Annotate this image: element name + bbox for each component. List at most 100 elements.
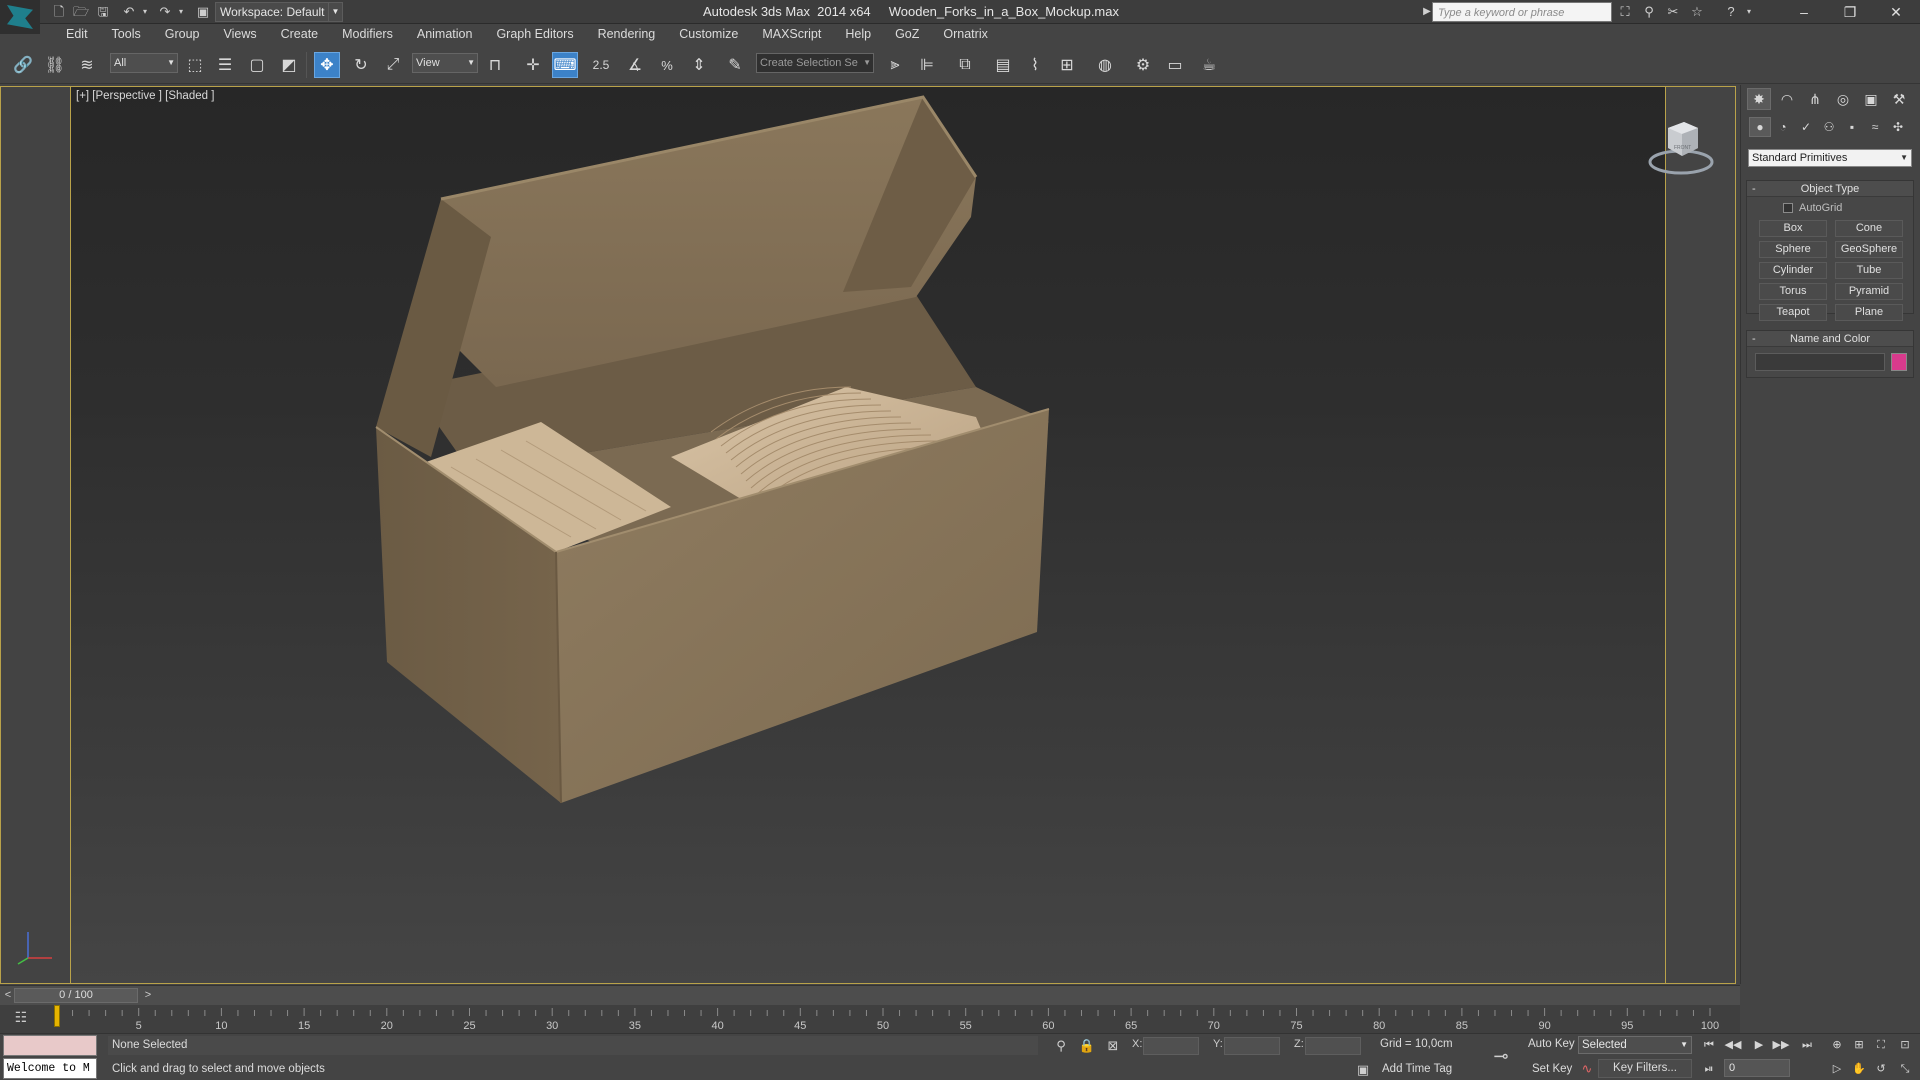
select-and-move-icon[interactable]: ✥ [314,52,340,78]
close-button[interactable]: ✕ [1874,0,1918,24]
menu-help[interactable]: Help [833,27,883,41]
perspective-viewport[interactable]: [+] [Perspective ] [Shaded ] [70,86,1666,984]
subscription-icon[interactable]: ⚲ [1640,3,1658,21]
play-icon[interactable]: ▶ [1750,1036,1768,1054]
percent-snap-icon[interactable]: % [654,52,680,78]
object-name-input[interactable] [1755,353,1885,371]
cylinder-button[interactable]: Cylinder [1759,262,1827,279]
key-mode-toggle-icon[interactable]: ⏯ [1700,1060,1718,1078]
zoom-extents-icon[interactable]: ⛶ [1872,1036,1890,1054]
schematic-view-icon[interactable]: ⊞ [1054,52,1080,78]
select-and-scale-icon[interactable]: ⤢ [380,52,406,78]
maxscript-mini-listener-output[interactable] [3,1035,97,1056]
communication-center-icon[interactable]: ✂ [1664,3,1682,21]
menu-goz[interactable]: GoZ [883,27,931,41]
helpers-category-icon[interactable]: ▪ [1841,117,1863,137]
align-icon[interactable]: ⊫ [914,52,940,78]
geometry-category-icon[interactable]: ● [1749,117,1771,137]
selection-lock-icon[interactable]: 🔒 [1078,1037,1096,1055]
cone-button[interactable]: Cone [1835,220,1903,237]
menu-group[interactable]: Group [153,27,212,41]
angle-snap-icon[interactable]: ∡ [622,52,648,78]
minimize-button[interactable]: – [1782,0,1826,24]
box-button[interactable]: Box [1759,220,1827,237]
mini-curve-editor-icon[interactable]: ☷ [10,1009,32,1027]
motion-tab-icon[interactable]: ◎ [1831,88,1855,110]
zoom-icon[interactable]: ⊕ [1828,1036,1846,1054]
bind-to-space-warp-icon[interactable]: ≋ [74,52,100,78]
snap-toggle-icon[interactable]: 2.5 [588,52,614,78]
rectangular-selection-icon[interactable]: ▢ [244,52,270,78]
mirror-icon[interactable]: ⫸ [882,52,908,78]
unlink-selection-icon[interactable]: ⛓ [42,52,68,78]
render-setup-icon[interactable]: ⚙ [1130,52,1156,78]
previous-frame-icon[interactable]: ◀◀ [1724,1036,1742,1054]
set-key-button[interactable]: Set Key [1532,1063,1572,1075]
object-type-header[interactable]: - Object Type [1747,181,1913,197]
sphere-button[interactable]: Sphere [1759,241,1827,258]
spinner-snap-icon[interactable]: ⇕ [686,52,712,78]
torus-button[interactable]: Torus [1759,283,1827,300]
selection-filter-dropdown[interactable]: All ▼ [110,53,178,73]
undo-dropdown-icon[interactable]: ▾ [136,3,154,21]
y-coord-field[interactable] [1224,1037,1280,1055]
zoom-all-icon[interactable]: ⊞ [1850,1036,1868,1054]
x-coord-field[interactable] [1143,1037,1199,1055]
maximize-viewport-icon[interactable]: ⤡ [1896,1060,1914,1078]
go-to-end-icon[interactable]: ⏭ [1798,1036,1816,1054]
systems-category-icon[interactable]: ✣ [1887,117,1909,137]
name-and-color-header[interactable]: - Name and Color [1747,331,1913,347]
zoom-extents-all-icon[interactable]: ⊡ [1896,1036,1914,1054]
select-and-rotate-icon[interactable]: ↻ [348,52,374,78]
key-mode-dropdown[interactable]: Selected ▼ [1578,1036,1692,1054]
utilities-tab-icon[interactable]: ⚒ [1887,88,1911,110]
menu-ornatrix[interactable]: Ornatrix [931,27,999,41]
teapot-button[interactable]: Teapot [1759,304,1827,321]
add-time-tag-button[interactable]: Add Time Tag [1382,1063,1452,1075]
menu-graph-editors[interactable]: Graph Editors [484,27,585,41]
next-frame-arrow[interactable]: > [142,988,154,1003]
scene-render[interactable] [71,87,1666,984]
keyboard-shortcut-override-icon[interactable]: ⌨ [552,52,578,78]
go-to-start-icon[interactable]: ⏮ [1700,1036,1718,1054]
set-key-icon[interactable]: ⊸ [1488,1046,1514,1066]
lights-category-icon[interactable]: ✓ [1795,117,1817,137]
select-by-name-icon[interactable]: ☰ [212,52,238,78]
restore-button[interactable]: ❐ [1828,0,1872,24]
autogrid-checkbox[interactable]: AutoGrid [1783,202,1842,214]
menu-tools[interactable]: Tools [100,27,153,41]
search-input[interactable]: Type a keyword or phrase [1432,2,1612,22]
time-slider[interactable]: 0 / 100 [14,988,138,1003]
workspace-dropdown[interactable]: Workspace: Default ▼ [215,2,343,22]
material-editor-icon[interactable]: ◍ [1092,52,1118,78]
viewcube-widget[interactable]: FRONT [1646,116,1716,178]
select-object-icon[interactable]: ⬚ [182,52,208,78]
display-tab-icon[interactable]: ▣ [1859,88,1883,110]
binoculars-icon[interactable]: ⛶ [1616,3,1634,21]
window-crossing-icon[interactable]: ◩ [276,52,302,78]
help-icon[interactable]: ? [1722,3,1740,21]
named-selection-set-dropdown[interactable]: Create Selection Se ▼ [756,53,874,73]
rendered-frame-window-icon[interactable]: ▭ [1162,52,1188,78]
auto-key-button[interactable]: Auto Key [1528,1038,1575,1050]
time-tag-icon[interactable]: ▣ [1354,1061,1372,1079]
favorites-star-icon[interactable]: ☆ [1688,3,1706,21]
app-logo-button[interactable] [0,0,40,34]
pyramid-button[interactable]: Pyramid [1835,283,1903,300]
use-pivot-center-icon[interactable]: ⊓ [482,52,508,78]
modify-tab-icon[interactable]: ◠ [1775,88,1799,110]
tube-button[interactable]: Tube [1835,262,1903,279]
select-and-link-icon[interactable]: 🔗 [10,52,36,78]
menu-rendering[interactable]: Rendering [586,27,668,41]
menu-edit[interactable]: Edit [54,27,100,41]
layer-manager-icon[interactable]: ⧉ [952,52,978,78]
reference-coordinate-dropdown[interactable]: View ▼ [412,53,478,73]
open-file-icon[interactable]: 🗁 [72,3,90,21]
menu-modifiers[interactable]: Modifiers [330,27,405,41]
menu-customize[interactable]: Customize [667,27,750,41]
curve-editor-icon[interactable]: ⌇ [1022,52,1048,78]
maxscript-mini-listener-input[interactable]: Welcome to M [3,1058,97,1079]
edit-named-selection-icon[interactable]: ✎ [722,52,748,78]
pan-view-icon[interactable]: ✋ [1850,1060,1868,1078]
primitive-category-dropdown[interactable]: Standard Primitives ▼ [1748,149,1912,167]
